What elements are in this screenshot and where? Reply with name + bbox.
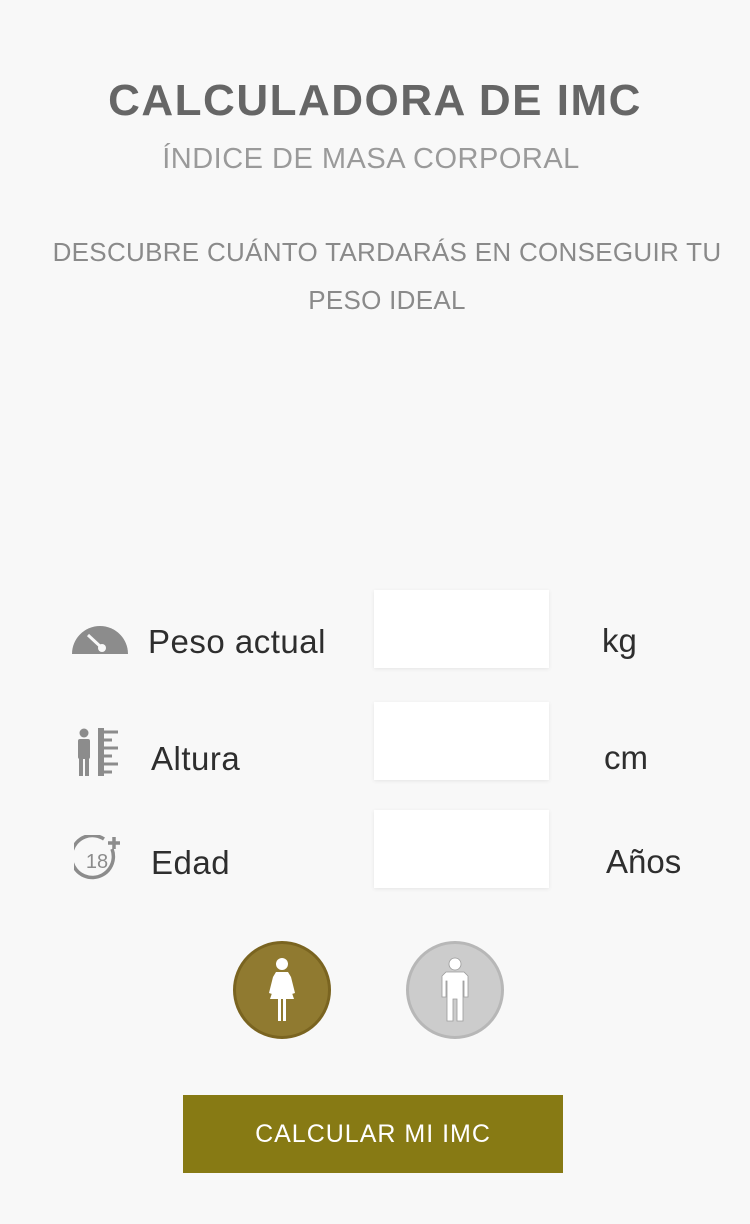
height-ruler-icon	[78, 728, 118, 776]
female-icon	[269, 958, 295, 1021]
age-unit: Años	[606, 843, 682, 880]
weight-unit: kg	[602, 622, 637, 659]
speedometer-icon	[72, 626, 128, 654]
height-unit: cm	[604, 739, 648, 776]
weight-input[interactable]	[374, 590, 549, 668]
page-title: CALCULADORA DE IMC	[108, 76, 642, 125]
calculate-imc-button[interactable]: CALCULAR MI IMC	[183, 1095, 563, 1173]
gender-female-button[interactable]	[233, 941, 331, 1039]
page-description: DESCUBRE CUÁNTO TARDARÁS EN CONSEGUIR TU…	[52, 237, 722, 315]
male-icon	[441, 957, 469, 1022]
page-subtitle: ÍNDICE DE MASA CORPORAL	[162, 143, 580, 175]
svg-text:18: 18	[86, 851, 108, 873]
age-18-plus-icon: 18	[74, 835, 120, 880]
height-input[interactable]	[374, 702, 549, 780]
weight-label: Peso actual	[148, 623, 326, 660]
age-label: Edad	[151, 844, 231, 881]
gender-male-button[interactable]	[406, 941, 504, 1039]
height-label: Altura	[151, 740, 241, 777]
age-input[interactable]	[374, 810, 549, 888]
